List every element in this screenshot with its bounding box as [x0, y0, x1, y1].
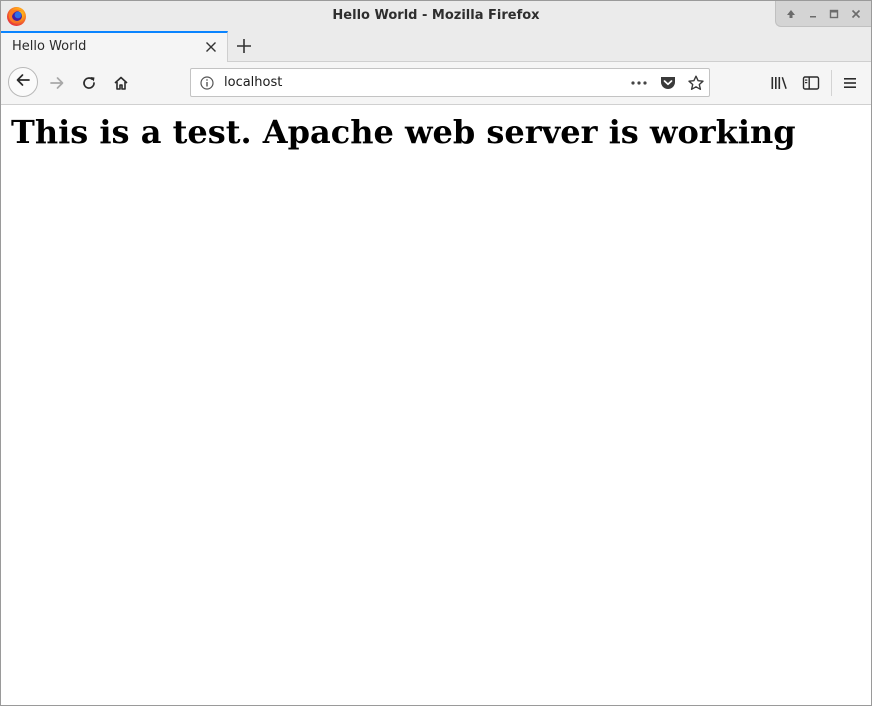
maximize-icon[interactable] — [826, 6, 842, 22]
new-tab-icon[interactable] — [235, 37, 253, 55]
reload-icon[interactable] — [80, 74, 98, 92]
title-bar: Hello World - Mozilla Firefox — [1, 1, 871, 31]
back-button[interactable] — [8, 67, 38, 97]
toolbar-separator — [831, 70, 832, 96]
home-icon[interactable] — [112, 74, 130, 92]
url-bar[interactable]: localhost — [190, 68, 710, 97]
window-title: Hello World - Mozilla Firefox — [332, 8, 540, 23]
tab-label: Hello World — [12, 39, 87, 54]
navigation-toolbar: localhost — [1, 62, 871, 105]
sidebar-icon[interactable] — [802, 74, 820, 92]
page-content: This is a test. Apache web server is wor… — [1, 105, 871, 705]
close-window-icon[interactable] — [848, 6, 864, 22]
keep-above-icon[interactable] — [783, 6, 799, 22]
library-icon[interactable] — [770, 74, 788, 92]
page-heading: This is a test. Apache web server is wor… — [11, 113, 796, 151]
minimize-icon[interactable] — [805, 6, 821, 22]
star-icon[interactable] — [687, 75, 705, 91]
tab-hello-world[interactable]: Hello World — [1, 31, 228, 62]
window-controls — [775, 1, 871, 27]
pocket-icon[interactable] — [659, 75, 677, 91]
url-text[interactable]: localhost — [224, 75, 282, 90]
browser-window: Hello World - Mozilla Firefox Hello Worl… — [0, 0, 872, 706]
tab-bar: Hello World — [1, 31, 871, 62]
info-icon[interactable] — [199, 75, 215, 91]
hamburger-menu-icon[interactable] — [841, 74, 859, 92]
close-tab-icon[interactable] — [203, 39, 219, 55]
arrow-right-icon[interactable] — [48, 74, 66, 92]
arrow-left-icon — [15, 72, 31, 92]
ellipsis-icon[interactable] — [630, 75, 648, 91]
